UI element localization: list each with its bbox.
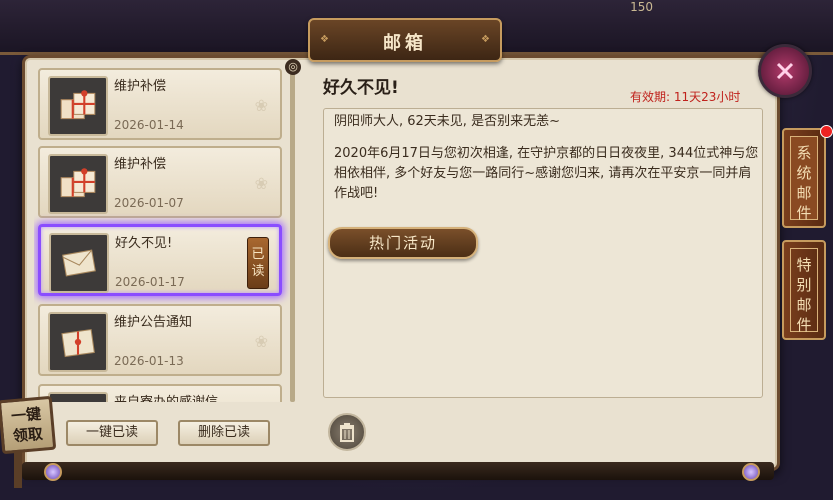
orb-right-icon xyxy=(742,463,760,481)
scroll-top-icon[interactable]: ◎ xyxy=(285,59,301,75)
page-title: 邮箱 xyxy=(383,33,427,54)
mail-title: 维护补偿 xyxy=(114,157,167,172)
ornament-right-icon: ❖ xyxy=(481,34,490,45)
title-plate: ❖ 邮箱 ❖ xyxy=(308,18,502,62)
flower-icon: ❀ xyxy=(254,174,268,193)
resource-count: 150 xyxy=(630,0,653,14)
mail-item[interactable]: 维护公告通知 2026-01-13 ❀ xyxy=(38,304,282,376)
delete-read-button[interactable]: 删除已读 xyxy=(178,420,270,446)
mail-list[interactable]: 维护补偿 2026-01-14 ❀ 维护补偿 2026-01-07 ❀ 好久不见… xyxy=(34,64,296,402)
letter-icon xyxy=(48,392,108,402)
gift-box-icon xyxy=(48,154,108,214)
sign-post xyxy=(14,448,22,488)
claim-all-button[interactable]: 一键 领取 xyxy=(0,395,57,455)
letter-icon xyxy=(49,233,109,293)
trash-icon[interactable] xyxy=(328,413,366,451)
close-icon[interactable] xyxy=(758,44,812,98)
list-scrollbar[interactable] xyxy=(290,72,295,402)
mail-date: 2026-01-13 xyxy=(114,354,184,368)
tab-label: 特别邮件 xyxy=(790,248,818,334)
notification-dot xyxy=(820,125,833,138)
mail-body: 阴阳师大人, 62天未见, 是否别来无恙~ 2020年6月17日与您初次相逢, … xyxy=(334,112,762,216)
hot-event-button[interactable]: 热门活动 xyxy=(328,227,478,259)
mail-item[interactable]: 维护补偿 2026-01-14 ❀ xyxy=(38,68,282,140)
orb-left-icon xyxy=(44,463,62,481)
mail-title: 来自寮办的感谢信 xyxy=(114,391,218,402)
flower-icon: ❀ xyxy=(254,332,268,351)
mail-date: 2026-01-17 xyxy=(115,275,185,289)
sealed-letter-icon xyxy=(48,312,108,372)
mail-title: 好久不见! xyxy=(115,236,173,251)
mail-item-selected[interactable]: 好久不见! 2026-01-17 已读 xyxy=(38,224,282,296)
flower-icon: ❀ xyxy=(254,96,268,115)
read-tag: 已读 xyxy=(247,237,269,289)
claim-all-line2: 领取 xyxy=(12,424,44,446)
expiry-label: 有效期: 11天23小时 xyxy=(630,90,741,104)
mail-item[interactable]: 来自寮办的感谢信 xyxy=(38,384,282,402)
mail-date: 2026-01-07 xyxy=(114,196,184,210)
gift-box-icon xyxy=(48,76,108,136)
mail-title: 维护补偿 xyxy=(114,79,167,94)
read-all-button[interactable]: 一键已读 xyxy=(66,420,158,446)
mail-item[interactable]: 维护补偿 2026-01-07 ❀ xyxy=(38,146,282,218)
mail-body-paragraph: 2020年6月17日与您初次相逢, 在守护京都的日日夜夜里, 344位式神与您相… xyxy=(334,146,759,201)
bottom-rail xyxy=(22,462,774,480)
tab-special-mail[interactable]: 特别邮件 xyxy=(782,240,826,340)
mail-date: 2026-01-14 xyxy=(114,118,184,132)
tab-system-mail[interactable]: 系统邮件 xyxy=(782,128,826,228)
mail-body-paragraph: 阴阳师大人, 62天未见, 是否别来无恙~ xyxy=(334,114,560,129)
mail-detail-title: 好久不见! xyxy=(323,78,399,98)
tab-label: 系统邮件 xyxy=(790,136,818,222)
mail-title: 维护公告通知 xyxy=(114,315,193,330)
